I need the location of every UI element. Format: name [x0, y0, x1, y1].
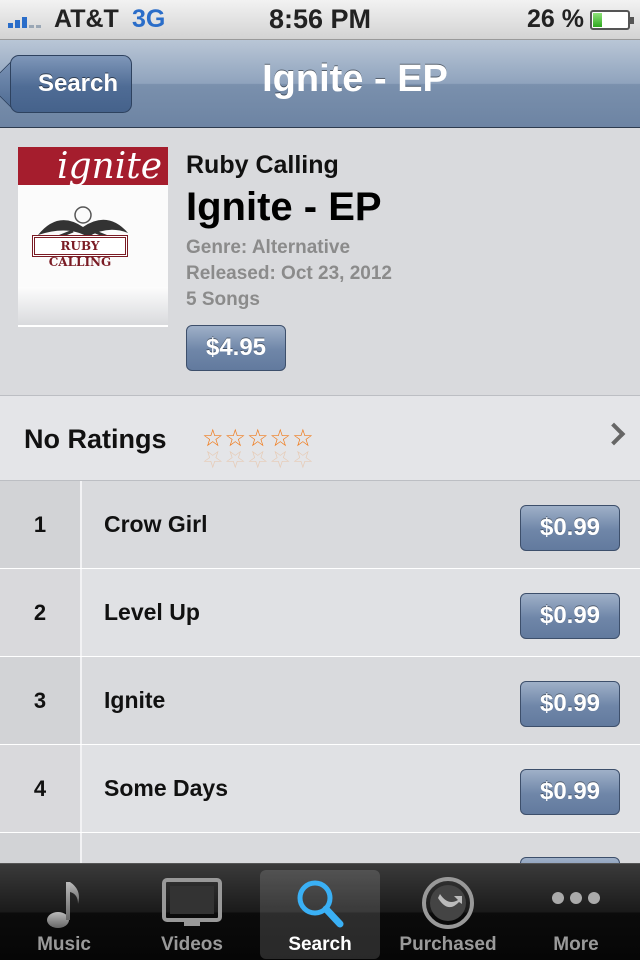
download-icon: [422, 877, 474, 929]
song-row[interactable]: 3 Ignite $0.99: [0, 657, 640, 745]
song-buy-button[interactable]: $0.99: [520, 769, 620, 815]
back-button-container: Search: [0, 40, 140, 128]
song-list: 1 Crow Girl $0.99 2 Level Up $0.99 3 Ign…: [0, 481, 640, 863]
tab-label: Videos: [161, 934, 223, 955]
song-row[interactable]: 2 Level Up $0.99: [0, 569, 640, 657]
status-bar: AT&T 3G 8:56 PM 26 %: [0, 0, 640, 40]
song-title: Ignite: [104, 687, 166, 713]
page-title: Ignite - EP: [262, 58, 448, 100]
search-icon: [297, 880, 344, 928]
album-release-date: Released: Oct 23, 2012: [186, 263, 392, 284]
artwork-illustration: RUBY CALLING: [18, 185, 168, 325]
song-number: 3: [0, 657, 82, 744]
back-button-label: Search: [37, 70, 119, 97]
song-number: 4: [0, 745, 82, 832]
song-number: 1: [0, 481, 82, 568]
artwork-reflection: [18, 287, 168, 325]
album-buy-button[interactable]: $4.95: [186, 325, 286, 371]
battery-icon: [590, 10, 634, 30]
song-number: 2: [0, 569, 82, 656]
battery-percent: 26 %: [527, 5, 584, 33]
tab-label: Purchased: [399, 934, 497, 955]
tab-label: More: [553, 934, 599, 955]
song-row[interactable]: 1 Crow Girl $0.99: [0, 481, 640, 569]
tab-videos[interactable]: Videos: [128, 864, 256, 960]
album-genre: Genre: Alternative: [186, 237, 351, 258]
album-title: Ignite - EP: [186, 185, 382, 229]
song-row[interactable]: 4 Some Days $0.99: [0, 745, 640, 833]
tab-label: Search: [288, 934, 352, 955]
album-artist[interactable]: Ruby Calling: [186, 151, 339, 180]
star-rating-reflection: ☆☆☆☆☆: [202, 445, 315, 472]
battery-level: [593, 13, 603, 27]
chevron-right-icon: [602, 422, 626, 446]
ratings-label: No Ratings: [24, 424, 167, 454]
navigation-bar: Search Ignite - EP: [0, 40, 640, 128]
back-button[interactable]: Search: [10, 55, 132, 113]
song-number: [0, 833, 82, 863]
tab-music[interactable]: Music: [0, 864, 128, 960]
album-header: ignite RUBY CALLING Ruby Calling Ignite …: [0, 129, 640, 395]
tab-search[interactable]: Search: [256, 864, 384, 960]
tv-icon: [162, 878, 222, 926]
song-buy-button[interactable]: $0.99: [520, 593, 620, 639]
music-note-icon: [47, 882, 79, 928]
tab-label: Music: [37, 934, 91, 955]
album-song-count: 5 Songs: [186, 289, 260, 310]
song-title: Some Days: [104, 775, 229, 801]
song-row-partial[interactable]: [0, 833, 640, 863]
tab-more[interactable]: More: [512, 864, 640, 960]
ratings-row[interactable]: No Ratings ☆☆☆☆☆ ☆☆☆☆☆: [0, 395, 640, 481]
tab-bar: Music Videos Search Purchased More: [0, 863, 640, 960]
song-title: Level Up: [104, 599, 200, 625]
artwork-title: ignite: [18, 147, 168, 187]
artwork-band-label: RUBY CALLING: [32, 235, 128, 269]
song-buy-button[interactable]: $0.99: [520, 505, 620, 551]
tab-purchased[interactable]: Purchased: [384, 864, 512, 960]
more-dots-icon: [552, 892, 600, 904]
song-title: Crow Girl: [104, 511, 208, 537]
album-artwork[interactable]: ignite RUBY CALLING: [18, 147, 168, 327]
song-buy-button[interactable]: $0.99: [520, 681, 620, 727]
